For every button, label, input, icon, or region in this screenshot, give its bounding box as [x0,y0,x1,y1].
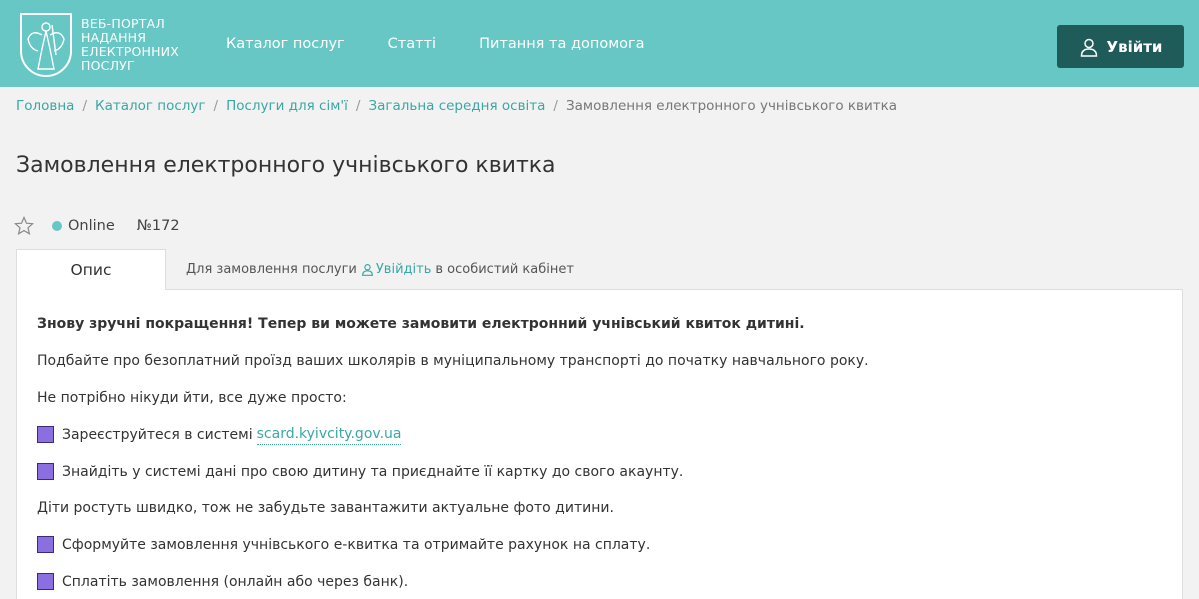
step-item: Сформуйте замовлення учнівського е-квитк… [37,535,1162,555]
purple-square-icon [37,463,54,481]
login-label: Увійти [1106,37,1163,56]
breadcrumb: Головна / Каталог послуг / Послуги для с… [16,98,897,114]
tab-description[interactable]: Опис [16,249,166,290]
step-text: Сформуйте замовлення учнівського е-квитк… [62,536,651,553]
service-number: №172 [136,218,180,234]
breadcrumb-current: Замовлення електронного учнівського квит… [565,98,898,114]
description-panel: Знову зручні покращення! Тепер ви можете… [16,289,1183,599]
paragraph: Не потрібно нікуди йти, все дуже просто: [37,389,347,406]
breadcrumb-separator: / [355,98,361,114]
purple-square-icon [37,536,54,554]
breadcrumb-education[interactable]: Загальна середня освіта [368,98,545,114]
logo-line: ПОСЛУГ [81,58,135,73]
paragraph: Подбайте про безоплатний проїзд ваших шк… [37,353,869,369]
page-title: Замовлення електронного учнівського квит… [16,153,556,178]
breadcrumb-separator: / [553,98,558,114]
login-hint: Для замовлення послуги Увійдіть в особис… [186,249,574,290]
nav-help[interactable]: Питання та допомога [479,36,644,52]
favorite-star-icon[interactable] [14,216,34,236]
login-button[interactable]: Увійти [1057,25,1184,68]
logo-line: ЕЛЕКТРОННИХ [81,44,179,59]
breadcrumb-catalog[interactable]: Каталог послуг [95,98,206,114]
user-icon [361,264,373,276]
user-icon [1080,38,1097,57]
step-text: Знайдіть у системі дані про свою дитину … [62,463,684,480]
service-meta: Online №172 [14,216,180,236]
step-text: Зареєструйтеся в системі [62,426,253,443]
tabs: Опис Для замовлення послуги Увійдіть в о… [16,249,574,290]
purple-square-icon [37,426,54,444]
logo-line: ВЕБ-ПОРТАЛ [81,16,165,31]
status-label: Online [68,218,115,234]
intro-text: Знову зручні покращення! Тепер ви можете… [37,316,805,332]
purple-square-icon [37,573,54,591]
main-nav: Каталог послуг Статті Питання та допомог… [226,36,688,52]
scard-link[interactable]: scard.kyivcity.gov.ua [256,424,402,446]
nav-articles[interactable]: Статті [388,36,436,52]
hint-link-label: Увійдіть [375,262,432,277]
step-item: Знайдіть у системі дані про свою дитину … [37,462,1162,482]
logo-text: ВЕБ-ПОРТАЛ НАДАННЯ ЕЛЕКТРОННИХ ПОСЛУГ [81,17,179,73]
hint-login-link[interactable]: Увійдіть [361,262,431,277]
hint-text-after: в особистий кабінет [435,262,574,277]
logo-line: НАДАННЯ [81,30,147,45]
hint-text: Для замовлення послуги [186,262,357,277]
breadcrumb-separator: / [82,98,87,114]
breadcrumb-separator: / [213,98,219,114]
online-status-dot [52,221,62,231]
step-text: Сплатіть замовлення (онлайн або через ба… [62,573,409,590]
nav-catalog[interactable]: Каталог послуг [226,36,345,52]
paragraph: Діти ростуть швидко, тож не забудьте зав… [37,500,614,517]
breadcrumb-family[interactable]: Послуги для сім'ї [226,98,348,114]
site-header: ВЕБ-ПОРТАЛ НАДАННЯ ЕЛЕКТРОННИХ ПОСЛУГ Ка… [0,0,1199,87]
breadcrumb-home[interactable]: Головна [16,98,74,114]
step-item: Сплатіть замовлення (онлайн або через ба… [37,572,1162,592]
step-item: Зареєструйтеся в системі scard.kyivcity.… [37,424,1162,446]
kyiv-archangel-logo-icon[interactable] [20,13,72,77]
